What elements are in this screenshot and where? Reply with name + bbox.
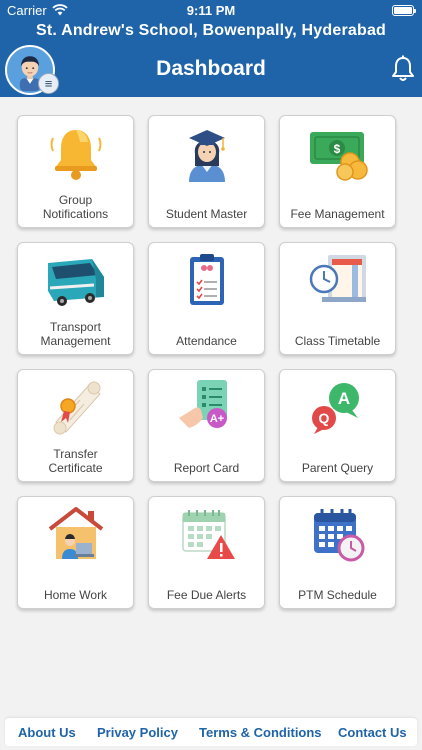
tile-attendance[interactable]: Attendance [148, 242, 265, 355]
footer-link-terms[interactable]: Terms & Conditions [199, 725, 322, 740]
svg-text:A: A [338, 389, 350, 408]
tile-parent-query[interactable]: A Q Parent Query [279, 369, 396, 482]
page-title: Dashboard [156, 57, 266, 80]
report-card-icon: A+ [179, 380, 227, 428]
svg-text:$: $ [334, 142, 341, 156]
tile-label: Student Master [165, 207, 248, 221]
battery-icon [392, 5, 416, 16]
menu-icon[interactable]: ≡ [38, 73, 59, 94]
tile-label: Parent Query [301, 461, 374, 475]
house-laptop-icon [48, 507, 104, 559]
tile-home-work[interactable]: Home Work [17, 496, 134, 609]
footer-link-contact[interactable]: Contact Us [338, 725, 407, 740]
tile-ptm-schedule[interactable]: PTM Schedule [279, 496, 396, 609]
graduate-student-icon [189, 130, 225, 182]
qa-chat-icon: A Q [312, 383, 359, 434]
footer-link-privacy[interactable]: Privay Policy [97, 725, 178, 740]
tile-label: Report Card [173, 461, 240, 475]
tile-label: PTM Schedule [298, 588, 377, 602]
app-header: Carrier 9:11 PM St. Andrew's School, Bow… [0, 0, 422, 97]
tile-label: Transfer Certificate [48, 447, 103, 475]
scroll-certificate-icon [53, 381, 101, 435]
tile-label: Attendance [176, 334, 237, 348]
status-bar: Carrier 9:11 PM [0, 0, 422, 22]
tile-label: Fee Due Alerts [166, 588, 247, 602]
money-coins-icon: $ [310, 132, 368, 181]
tile-transfer-certificate[interactable]: Transfer Certificate [17, 369, 134, 482]
svg-text:Q: Q [319, 410, 330, 426]
tile-report-card[interactable]: A+ Report Card [148, 369, 265, 482]
tile-label: Transport Management [40, 320, 111, 348]
bell-icon [50, 130, 102, 180]
tile-fee-management[interactable]: $ Fee Management [279, 115, 396, 228]
tile-label: Class Timetable [294, 334, 381, 348]
tile-group-notifications[interactable]: Group Notifications [17, 115, 134, 228]
clipboard-checklist-icon [190, 254, 224, 305]
footer-link-about[interactable]: About Us [18, 725, 76, 740]
bus-icon [48, 259, 104, 306]
tile-label: Group Notifications [42, 193, 109, 221]
tile-transport-management[interactable]: Transport Management [17, 242, 134, 355]
tile-label: Fee Management [290, 207, 385, 221]
calendar-clock-icon [314, 509, 365, 562]
tile-class-timetable[interactable]: Class Timetable [279, 242, 396, 355]
footer-nav: About Us Privay Policy Terms & Condition… [5, 718, 417, 746]
tile-student-master[interactable]: Student Master [148, 115, 265, 228]
tile-fee-due-alerts[interactable]: Fee Due Alerts [148, 496, 265, 609]
clock-board-icon [309, 255, 366, 302]
tile-label: Home Work [43, 588, 108, 602]
calendar-warning-icon [182, 510, 235, 559]
svg-text:A+: A+ [210, 413, 224, 425]
school-name: St. Andrew's School, Bowenpally, Hyderab… [35, 22, 387, 39]
notification-bell-icon[interactable] [390, 55, 416, 83]
clock: 9:11 PM [186, 3, 236, 18]
